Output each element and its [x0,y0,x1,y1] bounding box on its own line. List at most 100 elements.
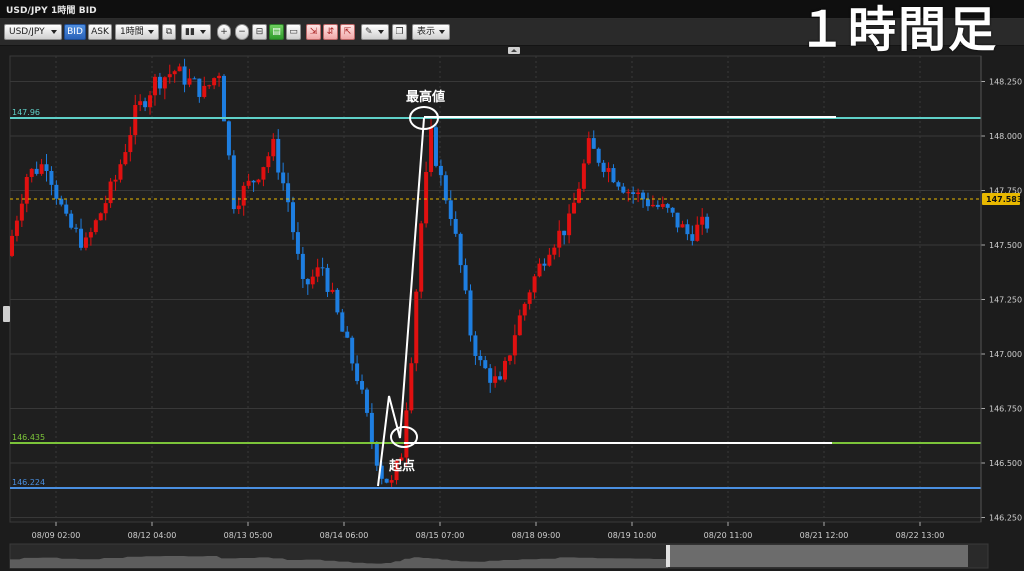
candle-body [54,184,59,199]
candle-body [103,203,108,214]
plot-area [9,55,982,523]
candle-body [453,218,458,234]
candle-body [197,78,202,97]
candle-body [69,213,74,228]
candle-body [463,265,468,291]
candle-body [276,138,281,173]
price-chart[interactable]: 148.250148.000147.750147.500147.250147.0… [0,0,1024,571]
candle-body [596,148,601,163]
candle-body [19,203,24,221]
candle-body [246,180,251,186]
candle-body [133,105,138,136]
candle-body [650,204,655,207]
candle-body [601,162,606,172]
candle-body [350,337,355,364]
candle-body [24,176,29,204]
candle-body [10,235,14,256]
candle-body [64,204,69,214]
candle-body [29,168,34,177]
y-tick-label: 146.750 [989,405,1022,414]
candle-body [591,138,596,149]
candle-body [83,237,88,248]
annotation-high-label: 最高値 [406,89,445,105]
candle-body [266,156,271,168]
candle-body [409,363,414,411]
candle-body [433,127,438,166]
candle-body [14,220,19,236]
candle-body [187,78,192,85]
candle-body [527,292,532,304]
candle-body [113,179,118,182]
candle-body [300,253,305,279]
candle-body [167,74,172,78]
candle-body [576,188,581,203]
trading-chart-app: USD/JPY 1時間 BID USD/JPY BID ASK 1時間 ⧉ ▮▮… [0,0,1024,571]
candle-body [631,192,636,195]
candle-body [384,478,389,483]
candle-body [611,168,616,183]
candle-body [438,165,443,176]
candle-body [34,168,39,174]
candle-body [330,289,335,292]
collapse-toolbar-button[interactable] [508,47,520,54]
candle-body [49,170,54,185]
candle-body [517,315,522,336]
candle-body [424,172,429,224]
current-price-label: 147.583 [986,195,1022,204]
x-tick-label: 08/13 05:00 [224,531,273,540]
candle-body [586,138,591,164]
y-tick-label: 148.250 [989,78,1022,87]
candle-body [700,216,705,225]
candle-body [345,331,350,338]
candle-body [675,212,680,228]
candle-body [256,179,261,183]
candle-body [542,263,547,266]
candle-body [488,368,493,383]
candle-body [641,192,646,200]
y-tick-label: 146.250 [989,514,1022,523]
candle-body [498,376,503,380]
candle-body [295,232,300,254]
candle-body [79,228,84,248]
candle-body [512,335,517,356]
candle-body [414,291,419,364]
candle-body [241,185,246,206]
x-tick-label: 08/14 06:00 [320,531,369,540]
candle-body [655,204,660,207]
candle-body [98,213,103,221]
x-tick-label: 08/21 12:00 [800,531,849,540]
candle-body [443,175,448,201]
candle-body [685,224,690,235]
candle-body [39,164,44,174]
x-tick-label: 08/20 11:00 [704,531,753,540]
overlay-title: １時間足 [798,2,999,58]
candle-body [148,95,153,108]
y-tick-label: 147.500 [989,241,1022,250]
candle-body [325,267,330,292]
candle-body [172,71,177,75]
candle-body [364,389,369,413]
candle-body [335,289,340,313]
candle-body [404,410,409,458]
x-tick-label: 08/19 10:00 [608,531,657,540]
x-tick-label: 08/22 13:00 [896,531,945,540]
level-label: 147.96 [12,108,40,117]
candle-body [291,202,296,233]
candle-body [128,135,133,153]
y-tick-label: 147.250 [989,296,1022,305]
candle-body [645,199,650,207]
navigator-window [668,545,968,567]
candle-body [478,355,483,361]
candle-body [626,192,631,194]
candle-body [88,232,93,238]
candle-body [660,204,665,207]
candle-body [118,164,123,180]
candle-body [108,181,113,204]
candle-body [355,363,360,382]
candle-body [636,192,641,195]
side-panel-toggle[interactable] [3,306,10,322]
candle-body [493,376,498,383]
candle-body [320,267,325,269]
candle-body [157,76,162,89]
candle-body [360,381,365,390]
